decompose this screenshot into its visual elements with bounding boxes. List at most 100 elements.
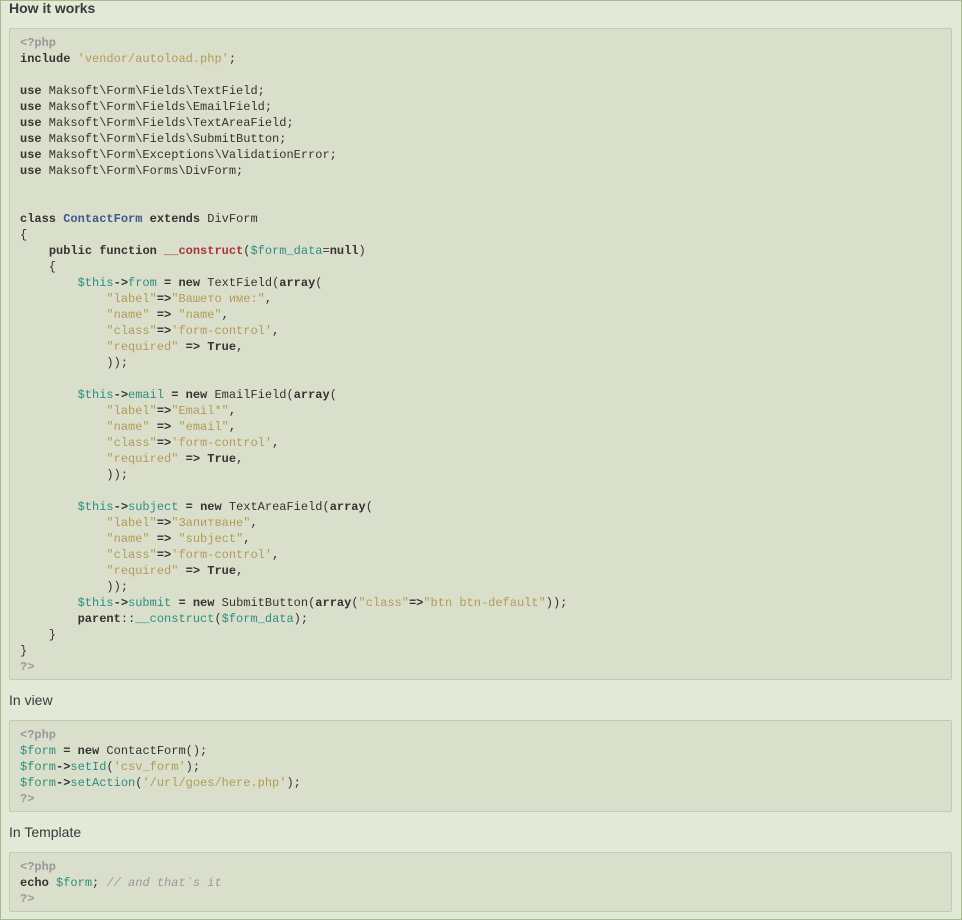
code-token: subject [128,500,179,514]
code-block-in-view: <?php $form = new ContactForm(); $form->se… [9,720,952,812]
code-line: { [20,259,941,275]
code-token: parent [77,612,121,626]
code-token: => [156,436,172,450]
code-line: } [20,643,941,659]
code-token: "subject" [178,532,244,546]
code-token: ?> [20,792,35,806]
code-token: '/url/goes/here.php' [142,776,287,790]
code-token: "name" [106,420,150,434]
code-token: -> [113,500,129,514]
code-token: ); [286,776,301,790]
code-token: , [221,308,229,322]
code-line: "class"=>'form-control', [20,435,941,451]
code-token: __construct [135,612,215,626]
code-token: ( [365,500,373,514]
code-token: array [315,596,352,610]
code-token: <?php [20,860,57,874]
code-token: , [264,292,273,306]
code-token: "required" [106,340,179,354]
code-line: echo $form; // and that`s it [20,875,941,891]
code-line: )); [20,579,941,595]
code-token: , [250,516,258,530]
code-line: ?> [20,791,941,807]
code-line: use Maksoft\Form\Forms\DivForm; [20,163,941,179]
code-line: <?php [20,35,941,51]
code-token: )); [20,356,129,370]
code-token: "required" [106,564,179,578]
code-token: 'form-control' [171,548,273,562]
code-token: 'form-control' [171,324,273,338]
code-line: "name" => "name", [20,307,941,323]
code-token: use [20,84,42,98]
code-token: => [156,420,172,434]
code-token: $this [77,388,114,402]
section-heading-in-template: In Template [9,824,82,840]
code-token: , [272,436,280,450]
code-line: parent::__construct($form_data); [20,611,941,627]
code-token: Maksoft\Form\Forms\DivForm; [41,164,244,178]
code-token: $form_data [250,244,323,258]
code-token: new [200,500,222,514]
code-block-in-template: <?php echo $form; // and that`s it ?> [9,852,952,912]
code-token: "Запитване" [171,516,251,530]
code-token: , [272,324,280,338]
code-token: extends [149,212,201,226]
code-line: $form->setAction('/url/goes/here.php'); [20,775,941,791]
code-token: setId [70,760,107,774]
code-token: , [272,548,280,562]
code-token: email [128,388,165,402]
code-token: -> [113,388,129,402]
code-token: class [20,212,57,226]
code-line: "label"=>"Email*", [20,403,941,419]
code-token: "label" [106,404,157,418]
code-token: ?> [20,660,35,674]
code-token: <?php [20,36,57,50]
code-token: setAction [70,776,136,790]
code-token: , [236,564,244,578]
code-token: => [185,452,201,466]
code-token: array [279,276,316,290]
code-token: -> [56,776,71,790]
code-line: )); [20,355,941,371]
code-token: => [185,340,201,354]
code-token: , [243,532,251,546]
code-token: = [185,500,193,514]
code-line: "name" => "email", [20,419,941,435]
code-token: 'vendor/autoload.php' [77,52,229,66]
code-token: new [77,744,100,758]
section-heading-how-it-works: How it works [9,0,96,16]
code-token: null [329,244,359,258]
code-token: TextAreaField( [221,500,330,514]
code-token: ContactForm [63,212,143,226]
code-token: use [20,148,42,162]
code-token: "label" [106,516,157,530]
code-token: } [20,628,57,642]
code-token: => [156,324,172,338]
code-token: "label" [106,292,157,306]
code-line: use Maksoft\Form\Fields\TextAreaField; [20,115,941,131]
code-token: => [156,292,172,306]
code-token: "name" [178,308,222,322]
code-token: use [20,116,42,130]
code-token: ?> [20,892,35,906]
code-token: ( [329,388,337,402]
code-token: use [20,100,42,114]
